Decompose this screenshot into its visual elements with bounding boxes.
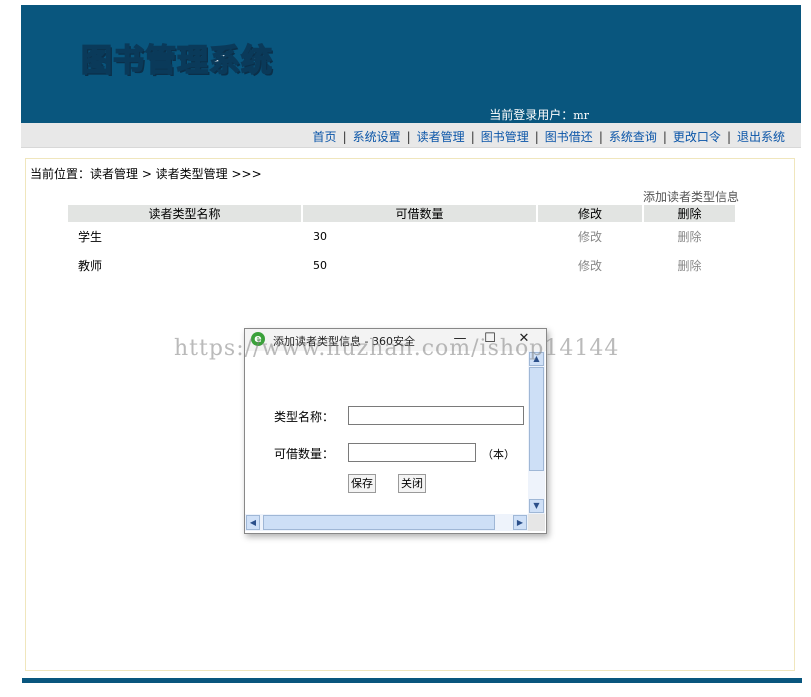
nav-separator: | <box>662 130 667 144</box>
nav-borrow-return[interactable]: 图书借还 <box>545 130 593 144</box>
watermark: https://www.huzhan.com/ishop14144 <box>174 336 620 361</box>
nav-system-query[interactable]: 系统查询 <box>609 130 657 144</box>
edit-link[interactable]: 修改 <box>538 222 642 251</box>
nav-separator: | <box>598 130 603 144</box>
column-header-type-name: 读者类型名称 <box>68 205 301 222</box>
horizontal-scroll-thumb[interactable] <box>263 515 495 530</box>
reader-type-table: 读者类型名称 可借数量 修改 删除 学生 30 修改 删除 教师 50 修改 删… <box>66 205 737 280</box>
delete-link[interactable]: 删除 <box>644 251 735 280</box>
nav-separator: | <box>726 130 731 144</box>
breadcrumb: 当前位置：读者管理 > 读者类型管理 >>> <box>30 167 262 181</box>
cell-type-name: 教师 <box>78 259 103 273</box>
table-row: 学生 30 修改 删除 <box>68 222 735 251</box>
main-nav: 首页 | 系统设置 | 读者管理 | 图书管理 | 图书借还 | 系统查询 | 更改口令 | 退出系统 <box>313 128 785 145</box>
scrollbar-corner <box>528 514 545 531</box>
nav-system-settings[interactable]: 系统设置 <box>353 130 401 144</box>
header-banner: 图书管理系统 当前登录用户：mr <box>21 5 801 123</box>
borrow-count-unit: （本） <box>482 448 515 461</box>
column-header-borrow-count: 可借数量 <box>303 205 536 222</box>
nav-home[interactable]: 首页 <box>313 130 337 144</box>
borrow-count-input[interactable] <box>348 443 476 462</box>
current-user: 当前登录用户：mr <box>489 106 589 123</box>
edit-link[interactable]: 修改 <box>538 251 642 280</box>
nav-separator: | <box>534 130 539 144</box>
scroll-down-icon[interactable]: ▼ <box>529 499 544 513</box>
nav-change-password[interactable]: 更改口令 <box>673 130 721 144</box>
add-reader-type-link[interactable]: 添加读者类型信息 <box>643 188 739 205</box>
cell-type-name: 学生 <box>78 230 103 244</box>
table-header-row: 读者类型名称 可借数量 修改 删除 <box>68 205 735 222</box>
scroll-left-icon[interactable]: ◀ <box>246 515 260 530</box>
nav-separator: | <box>406 130 411 144</box>
type-name-label: 类型名称： <box>274 410 335 424</box>
scroll-right-icon[interactable]: ▶ <box>513 515 527 530</box>
type-name-input[interactable] <box>348 406 524 425</box>
save-button[interactable]: 保存 <box>348 474 376 493</box>
popup-body: 类型名称： 可借数量： （本） 保存 关闭 <box>245 351 528 514</box>
cell-borrow-count: 50 <box>313 259 327 272</box>
nav-book-management[interactable]: 图书管理 <box>481 130 529 144</box>
horizontal-scrollbar[interactable]: ◀ ▶ <box>245 514 528 531</box>
footer-bar <box>22 678 802 683</box>
close-button[interactable]: 关闭 <box>398 474 426 493</box>
column-header-edit: 修改 <box>538 205 642 222</box>
table-row: 教师 50 修改 删除 <box>68 251 735 280</box>
nav-bar: 首页 | 系统设置 | 读者管理 | 图书管理 | 图书借还 | 系统查询 | 更改口令 | 退出系统 <box>21 123 801 148</box>
column-header-delete: 删除 <box>644 205 735 222</box>
vertical-scroll-thumb[interactable] <box>529 367 544 471</box>
nav-reader-management[interactable]: 读者管理 <box>417 130 465 144</box>
site-logo: 图书管理系统 <box>80 42 273 80</box>
current-user-name: mr <box>573 109 589 122</box>
borrow-count-label: 可借数量： <box>274 447 335 461</box>
nav-separator: | <box>342 130 347 144</box>
delete-link[interactable]: 删除 <box>644 222 735 251</box>
nav-logout[interactable]: 退出系统 <box>737 130 785 144</box>
cell-borrow-count: 30 <box>313 230 327 243</box>
nav-separator: | <box>470 130 475 144</box>
vertical-scrollbar[interactable]: ▲ ▼ <box>528 351 545 514</box>
current-user-label: 当前登录用户： <box>489 108 574 122</box>
